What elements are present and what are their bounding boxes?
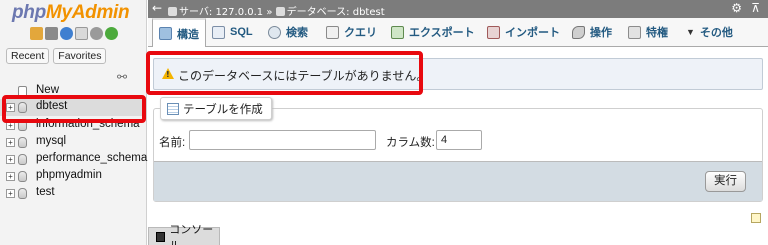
wrench-icon	[572, 25, 585, 39]
tab-label: 操作	[590, 27, 612, 39]
logo-php-text: php	[12, 2, 46, 23]
home-icon[interactable]	[30, 27, 43, 40]
tree-item-performance-schema[interactable]: + performance_schema	[0, 151, 148, 168]
top-breadcrumb-bar: ← サーバ: 127.0.0.1 » データベース: dbtest ⚙ ⊼	[148, 0, 768, 18]
tab-more[interactable]: ▼ その他	[686, 18, 733, 46]
tab-sql[interactable]: SQL	[212, 18, 253, 46]
breadcrumb: サーバ: 127.0.0.1 » データベース: dbtest	[168, 3, 385, 18]
tree-item-mysql[interactable]: + mysql	[0, 134, 146, 151]
tree-item-label: phpmyadmin	[36, 169, 102, 181]
tab-label: その他	[699, 27, 733, 39]
import-icon	[487, 25, 500, 39]
phpmyadmin-logo[interactable]: phpMyAdmin	[12, 2, 130, 24]
database-icon	[18, 188, 27, 199]
back-arrow-icon[interactable]: ←	[152, 1, 162, 15]
tree-item-phpmyadmin[interactable]: + phpmyadmin	[0, 168, 146, 185]
page-settings-icon[interactable]	[751, 213, 761, 223]
console-label: コンソール	[169, 223, 214, 245]
recent-tab[interactable]: Recent	[6, 48, 50, 64]
logout-icon[interactable]	[45, 27, 58, 40]
database-icon	[18, 171, 27, 182]
tab-label: 構造	[177, 28, 199, 41]
console-icon	[156, 231, 166, 242]
tab-query[interactable]: クエリ	[326, 18, 377, 46]
export-icon	[391, 25, 404, 39]
sql-icon	[212, 25, 225, 39]
tab-label: クエリ	[344, 27, 377, 39]
table-name-label: 名前:	[159, 137, 186, 149]
go-button[interactable]: 実行	[705, 171, 746, 192]
nav-tabs: Recent Favorites	[6, 48, 107, 64]
favorites-tab[interactable]: Favorites	[53, 48, 107, 64]
table-name-input[interactable]	[189, 130, 376, 150]
tree-item-label: mysql	[36, 135, 67, 147]
tree-item-test[interactable]: + test	[0, 185, 146, 202]
chevron-down-icon: ▼	[686, 27, 695, 37]
database-icon	[18, 154, 27, 165]
breadcrumb-separator: »	[266, 7, 273, 18]
nav-icon-bar	[30, 27, 118, 40]
search-icon	[268, 25, 281, 39]
expand-icon[interactable]: +	[6, 138, 15, 147]
expand-icon[interactable]: +	[6, 172, 15, 181]
tree-item-label: performance_schema	[36, 152, 148, 164]
database-icon	[18, 137, 27, 148]
tab-export[interactable]: エクスポート	[391, 18, 475, 46]
tab-privileges[interactable]: 特権	[628, 18, 668, 46]
server-icon	[168, 7, 177, 16]
tab-search[interactable]: 検索	[268, 18, 308, 46]
settings-gear-icon[interactable]: ⚙	[731, 1, 742, 15]
dbtest-highlight-frame	[2, 95, 146, 123]
table-add-icon	[167, 102, 179, 115]
breadcrumb-database[interactable]: データベース: dbtest	[287, 7, 385, 18]
settings-gear-icon[interactable]	[90, 27, 103, 40]
tab-import[interactable]: インポート	[487, 18, 560, 46]
collapse-icon[interactable]: ⊼	[751, 1, 760, 15]
privileges-icon	[628, 25, 641, 39]
breadcrumb-server[interactable]: サーバ: 127.0.0.1	[179, 7, 263, 18]
reload-icon[interactable]	[105, 27, 118, 40]
database-icon	[275, 7, 285, 16]
tab-label: 検索	[286, 27, 308, 39]
tab-structure[interactable]: 構造	[152, 18, 206, 47]
tab-label: インポート	[505, 27, 560, 39]
tab-bar: 構造 SQL 検索 クエリ エクスポート インポート 操作 特権 ▼ その他	[148, 18, 768, 47]
create-table-footer: 実行	[154, 161, 762, 201]
logo-admin-text: MyAdmin	[45, 2, 130, 23]
docs-icon[interactable]	[75, 27, 88, 40]
tab-operations[interactable]: 操作	[572, 18, 612, 46]
create-table-title: テーブルを作成	[183, 103, 263, 116]
column-count-label: カラム数:	[386, 137, 435, 149]
expand-icon[interactable]: +	[6, 189, 15, 198]
query-icon	[326, 25, 339, 39]
expand-icon[interactable]: +	[6, 155, 15, 164]
tab-label: 特権	[646, 27, 668, 39]
console-toggle[interactable]: コンソール	[148, 224, 220, 245]
create-table-legend: テーブルを作成	[160, 97, 272, 120]
structure-icon	[159, 27, 172, 40]
tab-label: SQL	[230, 26, 253, 38]
column-count-input[interactable]	[436, 130, 482, 150]
tree-item-label: test	[36, 186, 55, 198]
message-highlight-frame	[146, 51, 423, 95]
tab-label: エクスポート	[409, 27, 475, 39]
link-with-main-panel-icon[interactable]: ⚯	[117, 70, 127, 84]
help-icon[interactable]	[60, 27, 73, 40]
